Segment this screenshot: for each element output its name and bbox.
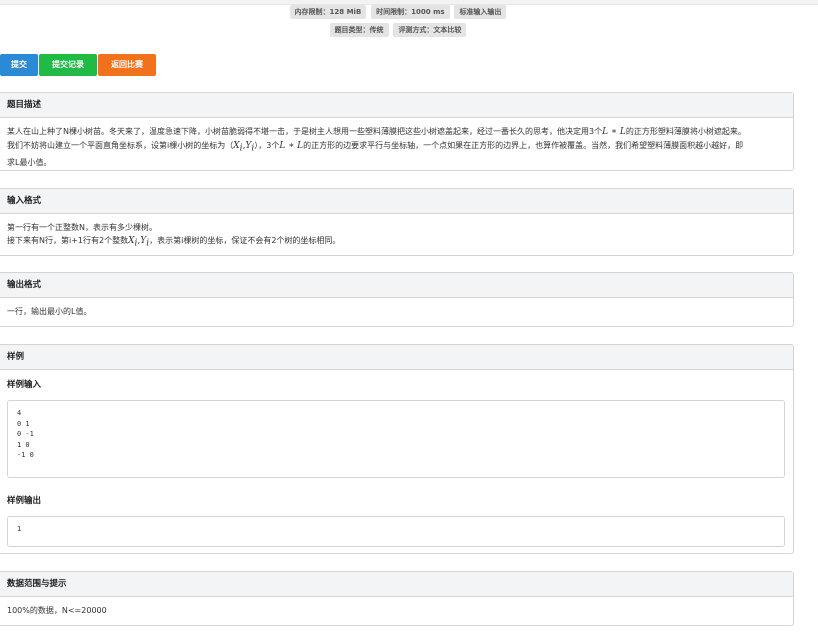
math-span: L ∗ L bbox=[279, 141, 304, 151]
sample-input-title: 样例输入 bbox=[7, 380, 42, 390]
time-limit-label: 时间限制：1000 ms bbox=[371, 5, 450, 19]
sample-output-title: 样例输出 bbox=[7, 496, 42, 506]
action-buttons: 提交 提交记录 返回比赛 bbox=[0, 54, 157, 76]
range-line-1: 100%的数据，N<=20000 bbox=[7, 606, 107, 615]
math-span: L ∗ L bbox=[602, 127, 626, 137]
text-span: 的正方形塑料薄膜将小树遮起来。 bbox=[625, 127, 746, 136]
description-body: 某人在山上种了N棵小树苗。冬天来了，温度急速下降，小树苗脆弱得不堪一击，于是树主… bbox=[0, 118, 793, 176]
range-body: 100%的数据，N<=20000 bbox=[0, 597, 793, 624]
description-line-2: 我们不妨将山建立一个平面直角坐标系，设第i棵小树的坐标为（Xi,Yi），3个L … bbox=[7, 139, 786, 156]
judge-row: 题目类型：传统 评测方式：文本比较 bbox=[0, 23, 796, 37]
judge-method-label: 评测方式：文本比较 bbox=[393, 23, 467, 37]
description-line-3: 求L最小值。 bbox=[7, 157, 52, 167]
back-to-contest-button[interactable]: 返回比赛 bbox=[98, 54, 156, 76]
problem-type-label: 题目类型：传统 bbox=[329, 23, 389, 37]
range-panel: 数据范围与提示 100%的数据，N<=20000 bbox=[0, 571, 794, 626]
output-format-title: 输出格式 bbox=[0, 273, 793, 298]
memory-limit-label: 内存限制：128 MiB bbox=[289, 5, 367, 19]
input-format-line-2: 接下来有N行，第i+1行有2个整数Xi,Yi，表示第i棵树的坐标，保证不会有2个… bbox=[7, 234, 786, 251]
code-line: 4 bbox=[17, 409, 22, 417]
sample-panel: 样例 样例输入 4 0 1 0 -1 1 0 -1 0 样例输出 1 bbox=[0, 344, 794, 554]
output-format-body: 一行，输出最小的L值。 bbox=[0, 298, 793, 325]
text-span: 某人在山上种了N棵小树苗。冬天来了，温度急速下降，小树苗脆弱得不堪一击，于是树主… bbox=[7, 127, 603, 136]
code-line: 0 1 bbox=[17, 419, 30, 428]
description-panel: 题目描述 某人在山上种了N棵小树苗。冬天来了，温度急速下降，小树苗脆弱得不堪一击… bbox=[0, 92, 794, 171]
input-format-panel: 输入格式 第一行有一个正整数N，表示有多少棵树。 接下来有N行，第i+1行有2个… bbox=[0, 188, 794, 256]
text-span: 的正方形的边要求平行与坐标轴，一个点如果在正方形的边界上，也算作被覆盖。当然，我… bbox=[303, 141, 744, 150]
code-line: 0 -1 bbox=[17, 430, 34, 438]
code-line: -1 0 bbox=[17, 451, 34, 459]
output-format-panel: 输出格式 一行，输出最小的L值。 bbox=[0, 272, 794, 327]
submission-records-button[interactable]: 提交记录 bbox=[39, 54, 97, 76]
sample-title: 样例 bbox=[0, 345, 793, 370]
description-title: 题目描述 bbox=[0, 93, 793, 118]
text-span: 我们不妨将山建立一个平面直角坐标系，设第i棵小树的坐标为（ bbox=[7, 141, 234, 150]
limits-row: 内存限制：128 MiB 时间限制：1000 ms 标准输入输出 bbox=[0, 5, 796, 19]
io-mode-label: 标准输入输出 bbox=[454, 5, 507, 19]
description-line-1: 某人在山上种了N棵小树苗。冬天来了，温度急速下降，小树苗脆弱得不堪一击，于是树主… bbox=[7, 125, 786, 139]
code-line: 1 0 bbox=[17, 440, 30, 449]
submit-button[interactable]: 提交 bbox=[0, 54, 38, 76]
sample-output-box[interactable]: 1 bbox=[7, 516, 785, 547]
output-format-line-1: 一行，输出最小的L值。 bbox=[7, 307, 92, 316]
sample-input-box[interactable]: 4 0 1 0 -1 1 0 -1 0 bbox=[7, 400, 785, 478]
input-format-title: 输入格式 bbox=[0, 189, 793, 214]
text-span: ），3个 bbox=[254, 141, 280, 150]
text-span: ，表示第i棵树的坐标，保证不会有2个树的坐标相同。 bbox=[149, 236, 341, 245]
input-format-line-1: 第一行有一个正整数N，表示有多少棵树。 bbox=[7, 223, 157, 232]
input-format-body: 第一行有一个正整数N，表示有多少棵树。 接下来有N行，第i+1行有2个整数Xi,… bbox=[0, 214, 793, 258]
code-line: 1 bbox=[17, 525, 22, 533]
text-span: 接下来有N行，第i+1行有2个整数 bbox=[7, 236, 129, 245]
range-title: 数据范围与提示 bbox=[0, 572, 793, 597]
